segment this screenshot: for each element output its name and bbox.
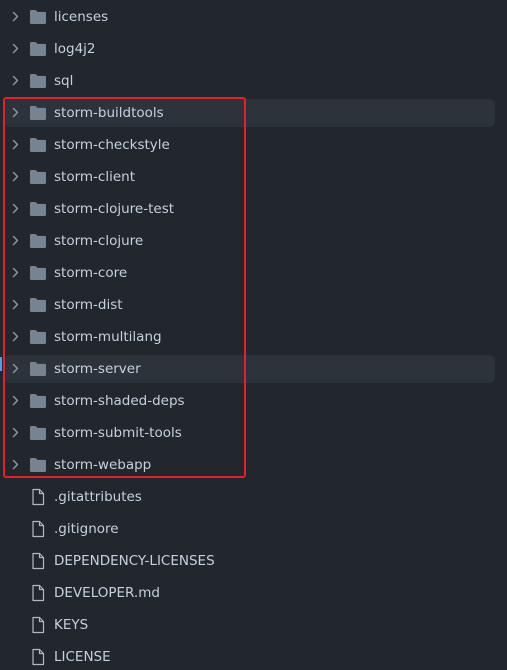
chevron-right-icon[interactable] [10, 459, 21, 470]
item-label: licenses [54, 9, 109, 25]
tree-item-storm-dist[interactable]: storm-dist [4, 291, 495, 319]
tree-item-storm-server[interactable]: storm-server [4, 355, 495, 383]
folder-icon [30, 426, 46, 440]
chevron-right-icon[interactable] [10, 299, 21, 310]
chevron-right-icon[interactable] [10, 139, 21, 150]
item-label: storm-server [54, 361, 141, 377]
folder-icon [30, 234, 46, 248]
tree-item-storm-clojure[interactable]: storm-clojure [4, 227, 495, 255]
chevron-right-icon[interactable] [10, 267, 21, 278]
tree-item-storm-webapp[interactable]: storm-webapp [4, 451, 495, 479]
chevron-right-icon[interactable] [10, 75, 21, 86]
tree-item-gitattributes[interactable]: .gitattributes [4, 483, 495, 511]
chevron-right-icon[interactable] [10, 43, 21, 54]
item-label: storm-shaded-deps [54, 393, 185, 409]
tree-item-storm-clojure-test[interactable]: storm-clojure-test [4, 195, 495, 223]
chevron-right-icon[interactable] [10, 11, 21, 22]
file-icon [32, 488, 45, 506]
item-label: storm-dist [54, 297, 123, 313]
tree-item-storm-buildtools[interactable]: storm-buildtools [4, 99, 495, 127]
item-label: storm-webapp [54, 457, 152, 473]
folder-icon [30, 74, 46, 88]
folder-icon [30, 298, 46, 312]
tree-item-storm-core[interactable]: storm-core [4, 259, 495, 287]
item-label: storm-multilang [54, 329, 162, 345]
item-label: storm-client [54, 169, 135, 185]
item-label: .gitattributes [54, 489, 142, 505]
folder-icon [30, 394, 46, 408]
item-label: storm-submit-tools [54, 425, 182, 441]
tree-item-storm-client[interactable]: storm-client [4, 163, 495, 191]
tree-item-storm-checkstyle[interactable]: storm-checkstyle [4, 131, 495, 159]
item-label: storm-checkstyle [54, 137, 170, 153]
tree-item-licenses[interactable]: licenses [4, 3, 495, 31]
chevron-right-icon[interactable] [10, 171, 21, 182]
tree-item-dependency-licenses[interactable]: DEPENDENCY-LICENSES [4, 547, 495, 575]
folder-icon [30, 330, 46, 344]
folder-icon [30, 266, 46, 280]
chevron-right-icon[interactable] [10, 427, 21, 438]
tree-item-sql[interactable]: sql [4, 67, 495, 95]
chevron-right-icon[interactable] [10, 203, 21, 214]
tree-item-storm-multilang[interactable]: storm-multilang [4, 323, 495, 351]
chevron-right-icon[interactable] [10, 395, 21, 406]
chevron-right-icon[interactable] [10, 331, 21, 342]
folder-icon [30, 362, 46, 376]
tree-item-storm-shaded-deps[interactable]: storm-shaded-deps [4, 387, 495, 415]
folder-icon [30, 202, 46, 216]
file-tree: licenses log4j2 sql storm-buildtools sto… [0, 0, 507, 670]
chevron-right-icon[interactable] [10, 235, 21, 246]
item-label: DEPENDENCY-LICENSES [54, 553, 215, 569]
item-label: KEYS [54, 617, 89, 633]
item-label: storm-clojure-test [54, 201, 175, 217]
file-icon [32, 552, 45, 570]
folder-icon [30, 138, 46, 152]
item-label: storm-core [54, 265, 128, 281]
folder-icon [30, 106, 46, 120]
active-indicator [0, 357, 2, 371]
item-label: storm-buildtools [54, 105, 164, 121]
item-label: .gitignore [54, 521, 119, 537]
item-label: LICENSE [54, 649, 111, 665]
tree-item-license[interactable]: LICENSE [4, 643, 495, 670]
tree-item-log4j2[interactable]: log4j2 [4, 35, 495, 63]
file-icon [32, 648, 45, 666]
folder-icon [30, 42, 46, 56]
item-label: log4j2 [54, 41, 96, 57]
tree-item-developer-md[interactable]: DEVELOPER.md [4, 579, 495, 607]
file-icon [32, 584, 45, 602]
tree-item-storm-submit-tools[interactable]: storm-submit-tools [4, 419, 495, 447]
folder-icon [30, 458, 46, 472]
item-label: storm-clojure [54, 233, 144, 249]
file-icon [32, 520, 45, 538]
tree-item-gitignore[interactable]: .gitignore [4, 515, 495, 543]
chevron-right-icon[interactable] [10, 107, 21, 118]
item-label: sql [54, 73, 74, 89]
tree-item-keys[interactable]: KEYS [4, 611, 495, 639]
folder-icon [30, 10, 46, 24]
chevron-right-icon[interactable] [10, 363, 21, 374]
file-icon [32, 616, 45, 634]
item-label: DEVELOPER.md [54, 585, 160, 601]
folder-icon [30, 170, 46, 184]
